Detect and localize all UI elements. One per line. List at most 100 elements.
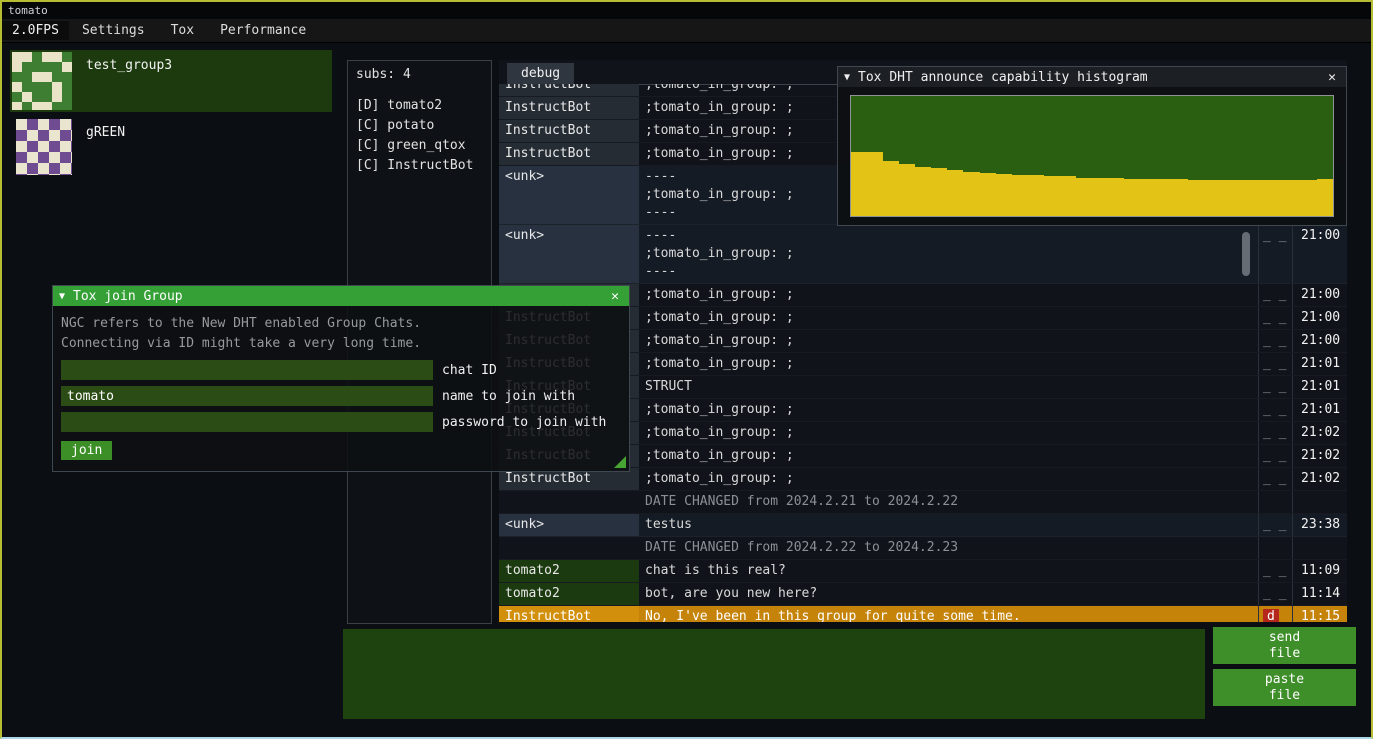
date-separator-row: DATE CHANGED from 2024.2.21 to 2024.2.22	[499, 491, 1347, 514]
chat-message-row[interactable]: tomato2chat is this real?_ _11:09	[499, 560, 1347, 583]
chat-message-row[interactable]: <unk>testus_ _23:38	[499, 514, 1347, 537]
message-status: _ _	[1258, 376, 1292, 398]
message-status: _ _	[1258, 399, 1292, 421]
chat-message-row[interactable]: <unk>---- ;tomato_in_group: ; ----_ _21:…	[499, 225, 1347, 284]
dht-capability-histogram	[850, 95, 1334, 217]
histogram-bar	[1140, 179, 1156, 216]
chat-scrollbar[interactable]	[1242, 232, 1250, 276]
collapse-triangle-icon[interactable]: ▼	[844, 72, 850, 83]
message-status: _ _	[1258, 514, 1292, 536]
join-window-titlebar[interactable]: ▼ Tox join Group ✕	[53, 286, 629, 306]
message-time: 21:02	[1292, 445, 1347, 467]
message-status: _ _	[1258, 583, 1292, 605]
message-time: 11:09	[1292, 560, 1347, 582]
histogram-bar	[851, 152, 867, 216]
histogram-bar	[915, 167, 931, 216]
message-time	[1292, 537, 1347, 559]
message-status: _ _	[1258, 422, 1292, 444]
close-icon[interactable]: ✕	[1324, 70, 1340, 85]
close-icon[interactable]: ✕	[607, 289, 623, 304]
chat-id-label: chat ID	[442, 363, 497, 378]
message-time: 21:02	[1292, 422, 1347, 444]
subs-item-green_qtox[interactable]: [C] green_qtox	[356, 136, 483, 156]
histogram-window-titlebar[interactable]: ▼ Tox DHT announce capability histogram …	[838, 67, 1346, 87]
contact-item-test_group3[interactable]: test_group3	[10, 50, 332, 112]
message-status	[1258, 491, 1292, 513]
sender-name: tomato2	[499, 583, 639, 605]
histogram-bar	[867, 152, 883, 216]
message-time: 11:14	[1292, 583, 1347, 605]
message-time: 21:00	[1292, 225, 1347, 283]
subs-item-instructbot[interactable]: [C] InstructBot	[356, 156, 483, 176]
delivered-mark: d	[1263, 609, 1279, 622]
window-title: tomato	[2, 2, 1371, 19]
sender-name: <unk>	[499, 514, 639, 536]
join-name-label: name to join with	[442, 389, 575, 404]
message-text: ;tomato_in_group: ;	[639, 468, 1258, 490]
histogram-bar	[1204, 180, 1220, 216]
contact-avatar	[16, 119, 72, 175]
sender-name: tomato2	[499, 560, 639, 582]
send-file-button[interactable]: send file	[1213, 627, 1356, 664]
contact-item-gREEN[interactable]: gREEN	[10, 117, 332, 179]
histogram-bar	[1044, 176, 1060, 216]
subs-item-tomato2[interactable]: [D] tomato2	[356, 96, 483, 116]
join-password-label: password to join with	[442, 415, 606, 430]
histogram-bar	[1269, 180, 1285, 216]
message-time: 21:01	[1292, 399, 1347, 421]
message-text: testus	[639, 514, 1258, 536]
message-time	[1292, 491, 1347, 513]
menu-performance[interactable]: Performance	[207, 21, 319, 40]
histogram-bar	[1076, 178, 1092, 216]
histogram-bar	[1237, 180, 1253, 216]
menu-tox[interactable]: Tox	[158, 21, 207, 40]
histogram-bar	[996, 174, 1012, 216]
message-text: bot, are you new here?	[639, 583, 1258, 605]
chat-message-row[interactable]: tomato2bot, are you new here?_ _11:14	[499, 583, 1347, 606]
subs-item-potato[interactable]: [C] potato	[356, 116, 483, 136]
message-text: ;tomato_in_group: ;	[639, 284, 1258, 306]
message-time: 21:00	[1292, 284, 1347, 306]
message-time: 21:02	[1292, 468, 1347, 490]
sender-name: InstructBot	[499, 606, 639, 622]
join-button[interactable]: join	[61, 441, 112, 460]
message-status: _ _	[1258, 330, 1292, 352]
sender-name: InstructBot	[499, 97, 639, 119]
chat-id-input[interactable]	[61, 360, 433, 380]
sender-name: <unk>	[499, 166, 639, 224]
histogram-bar	[1156, 179, 1172, 216]
histogram-bar	[899, 164, 915, 216]
chat-message-row[interactable]: InstructBotNo, I've been in this group f…	[499, 606, 1347, 622]
message-text: ;tomato_in_group: ;	[639, 445, 1258, 467]
message-time: 23:38	[1292, 514, 1347, 536]
message-text: STRUCT	[639, 376, 1258, 398]
message-text: ;tomato_in_group: ;	[639, 422, 1258, 444]
message-status: d	[1258, 606, 1292, 622]
histogram-bar	[1285, 180, 1301, 216]
join-name-input[interactable]	[61, 386, 433, 406]
histogram-bar	[931, 168, 947, 216]
histogram-bar	[1317, 179, 1333, 216]
join-group-window: ▼ Tox join Group ✕ NGC refers to the New…	[52, 285, 630, 472]
tab-debug[interactable]: debug	[507, 63, 574, 84]
message-status: _ _	[1258, 225, 1292, 283]
message-status: _ _	[1258, 307, 1292, 329]
resize-grip[interactable]	[614, 456, 626, 468]
message-text: No, I've been in this group for quite so…	[639, 606, 1258, 622]
paste-file-button[interactable]: paste file	[1213, 669, 1356, 706]
join-window-title: Tox join Group	[73, 289, 607, 304]
message-input[interactable]	[343, 629, 1205, 719]
message-time: 21:01	[1292, 376, 1347, 398]
message-text: ;tomato_in_group: ;	[639, 330, 1258, 352]
collapse-triangle-icon[interactable]: ▼	[59, 291, 65, 302]
message-text: ;tomato_in_group: ;	[639, 307, 1258, 329]
menu-settings[interactable]: Settings	[69, 21, 158, 40]
join-name-row: name to join with	[61, 386, 621, 406]
message-text: ;tomato_in_group: ;	[639, 353, 1258, 375]
histogram-bar	[1124, 179, 1140, 216]
join-password-input[interactable]	[61, 412, 433, 432]
message-time: 21:00	[1292, 307, 1347, 329]
message-status: _ _	[1258, 353, 1292, 375]
message-status	[1258, 537, 1292, 559]
ngc-info-line-2: Connecting via ID might take a very long…	[61, 334, 621, 354]
